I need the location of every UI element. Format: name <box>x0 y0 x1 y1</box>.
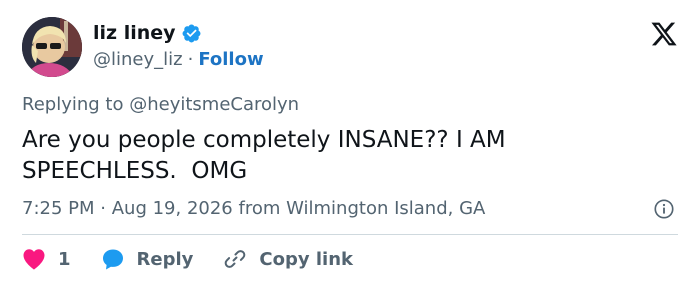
tweet-text: Are you people completely INSANE?? I AM … <box>22 127 513 184</box>
x-logo-icon[interactable] <box>650 20 678 48</box>
handle-separator: · <box>187 49 194 70</box>
like-button[interactable]: 1 <box>22 248 71 270</box>
info-icon[interactable] <box>653 198 675 220</box>
tweet-meta: 7:25 PM · Aug 19, 2026 from Wilmington I… <box>22 198 485 219</box>
copy-link-button[interactable]: Copy link <box>223 247 353 271</box>
avatar-photo <box>22 17 82 77</box>
author-handle[interactable]: @liney_liz <box>93 49 183 70</box>
verified-badge-icon <box>182 24 200 42</box>
speech-bubble-icon <box>102 249 123 270</box>
follow-button[interactable]: Follow <box>198 49 263 70</box>
heart-icon <box>23 249 45 270</box>
reply-label: Reply <box>136 248 194 270</box>
author-name-row: liz liney <box>93 22 202 44</box>
author-handle-row: @liney_liz · Follow <box>93 49 264 70</box>
tweet-date[interactable]: Aug 19, 2026 <box>112 198 233 219</box>
tweet-time[interactable]: 7:25 PM <box>22 198 95 219</box>
meta-separator: · <box>100 198 106 219</box>
author-display-name[interactable]: liz liney <box>93 22 176 44</box>
action-bar: 1 Reply Copy link <box>22 247 353 271</box>
reply-context: Replying to @heyitsmeCarolyn <box>22 94 299 115</box>
divider <box>22 234 678 235</box>
link-icon <box>225 250 246 268</box>
reply-button[interactable]: Reply <box>101 247 194 271</box>
tweet-location: from Wilmington Island, GA <box>238 198 486 219</box>
reply-context-mention[interactable]: @heyitsmeCarolyn <box>129 94 299 115</box>
reply-context-prefix: Replying to <box>22 94 124 115</box>
copy-link-label: Copy link <box>259 248 353 270</box>
like-count: 1 <box>58 248 71 270</box>
avatar[interactable] <box>22 17 82 77</box>
